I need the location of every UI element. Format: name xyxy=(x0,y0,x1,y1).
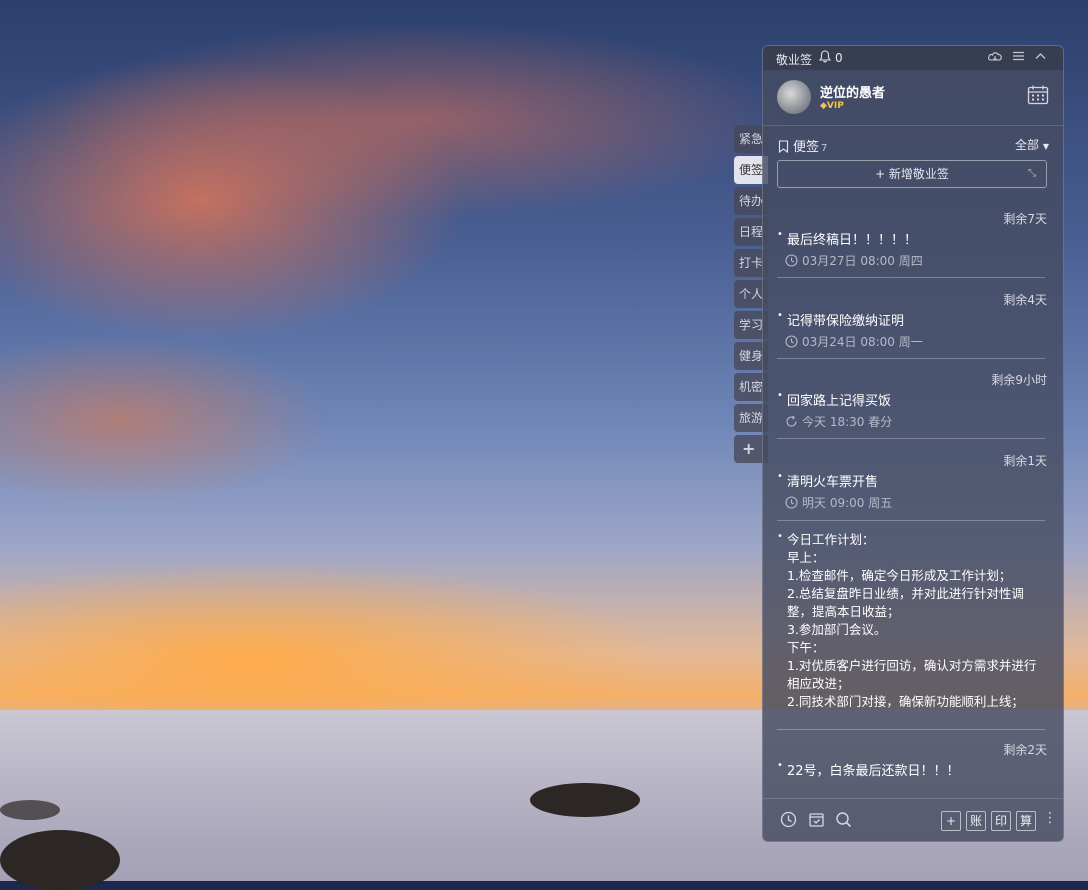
note-time-text: 今天 18:30 春分 xyxy=(802,415,893,429)
filter-label: 全部 xyxy=(1015,138,1040,152)
vip-label: VIP xyxy=(826,101,844,111)
bullet-icon: • xyxy=(777,390,783,401)
note-time: 今天 18:30 春分 xyxy=(785,413,892,431)
note-line: 1.对优质客户进行回访，确认对方需求并进行相应改进； xyxy=(787,658,1037,691)
note-title: 最后终稿日！！！！！ xyxy=(787,233,918,248)
note-separator xyxy=(777,438,1045,439)
note-title: 回家路上记得买饭 xyxy=(787,394,892,409)
section-count: 7 xyxy=(821,143,828,154)
note-title: 记得带保险缴纳证明 xyxy=(787,314,905,329)
note-line: 3.参加部门会议。 xyxy=(787,622,887,637)
note-time-text: 03月24日 08:00 周一 xyxy=(802,335,923,349)
note-remaining: 剩余7天 xyxy=(1003,212,1047,226)
expand-icon[interactable]: ⤡ xyxy=(1028,161,1036,187)
bullet-icon: • xyxy=(777,471,783,482)
note-line: 1.检查邮件，确定今日形成及工作计划； xyxy=(787,568,1012,583)
add-button[interactable]: + xyxy=(941,811,961,831)
note-list: 剩余7天 • 最后终稿日！！！！！ 03月27日 08:00 周四 剩余4天 •… xyxy=(763,196,1063,796)
new-note-button[interactable]: + 新增敬业签 ⤡ xyxy=(777,160,1047,188)
bullet-icon: • xyxy=(777,229,783,240)
note-remaining: 剩余1天 xyxy=(1003,454,1047,468)
new-note-label: + 新增敬业签 xyxy=(875,167,949,181)
archive-icon[interactable] xyxy=(808,811,825,832)
calculator-button[interactable]: 算 xyxy=(1016,811,1036,831)
note-time: 03月24日 08:00 周一 xyxy=(785,333,923,351)
filter-dropdown[interactable]: 全部 ▼ xyxy=(1015,136,1049,153)
note-line: 今日工作计划： xyxy=(787,532,875,547)
section-title: 便签 xyxy=(793,140,820,155)
menu-icon[interactable] xyxy=(1012,50,1025,65)
vip-badge: ◆VIP xyxy=(820,101,844,111)
bottom-toolbar: + 账 印 算 ⋮ xyxy=(763,798,1063,841)
note-separator xyxy=(777,358,1045,359)
note-separator xyxy=(777,520,1045,521)
more-vertical-icon[interactable]: ⋮ xyxy=(1043,810,1057,826)
note-time-text: 03月27日 08:00 周四 xyxy=(802,254,923,268)
note-title: 清明火车票开售 xyxy=(787,475,879,490)
note-time-text: 明天 09:00 周五 xyxy=(802,496,893,510)
note-separator xyxy=(777,729,1045,730)
note-time: 明天 09:00 周五 xyxy=(785,494,892,512)
clock-icon xyxy=(785,254,798,270)
clock-icon xyxy=(785,335,798,351)
bullet-icon: • xyxy=(777,531,783,542)
diamond-icon: ◆ xyxy=(820,101,827,111)
print-button[interactable]: 印 xyxy=(991,811,1011,831)
bookmark-icon xyxy=(778,140,789,157)
notification-count: 0 xyxy=(835,51,843,65)
note-remaining: 剩余2天 xyxy=(1003,743,1047,757)
rock xyxy=(0,800,60,820)
note-time: 03月27日 08:00 周四 xyxy=(785,252,923,270)
note-title: 22号，白条最后还款日！！！ xyxy=(787,764,960,779)
user-profile: 逆位的愚者 ◆VIP xyxy=(763,70,1063,126)
bullet-icon: • xyxy=(777,760,783,771)
note-remaining: 剩余4天 xyxy=(1003,293,1047,307)
title-bar[interactable]: 敬业签 0 xyxy=(763,46,1063,70)
cloud-sync-icon[interactable] xyxy=(987,50,1003,65)
repeat-icon xyxy=(785,415,798,431)
notes-panel: 敬业签 0 逆位的愚者 ◆VIP 便签 7 全部 ▼ + 新增敬业签 ⤡ 剩余7… xyxy=(762,45,1064,842)
caret-down-icon: ▼ xyxy=(1042,142,1049,151)
avatar[interactable] xyxy=(777,80,811,114)
note-item-work-plan[interactable]: 今日工作计划： 早上： 1.检查邮件，确定今日形成及工作计划； 2.总结复盘昨日… xyxy=(787,531,1037,711)
calendar-icon[interactable] xyxy=(1027,84,1049,110)
note-separator xyxy=(777,277,1045,278)
clock-icon xyxy=(785,496,798,512)
bell-icon[interactable] xyxy=(818,50,832,66)
username: 逆位的愚者 xyxy=(820,86,886,101)
collapse-icon[interactable] xyxy=(1034,50,1047,65)
rock xyxy=(0,830,120,890)
note-line: 2.同技术部门对接，确保新功能顺利上线； xyxy=(787,694,1024,709)
ledger-button[interactable]: 账 xyxy=(966,811,986,831)
clock-icon[interactable] xyxy=(780,811,797,832)
rock xyxy=(530,783,640,817)
divider xyxy=(763,125,1063,126)
app-title: 敬业签 xyxy=(776,53,813,67)
note-remaining: 剩余9小时 xyxy=(991,373,1047,387)
section-header: 便签 7 xyxy=(778,136,827,157)
note-line: 早上： xyxy=(787,550,825,565)
note-line: 2.总结复盘昨日业绩，并对此进行针对性调整，提高本日收益； xyxy=(787,586,1024,619)
bullet-icon: • xyxy=(777,310,783,321)
search-icon[interactable] xyxy=(835,811,852,832)
note-line: 下午： xyxy=(787,640,825,655)
